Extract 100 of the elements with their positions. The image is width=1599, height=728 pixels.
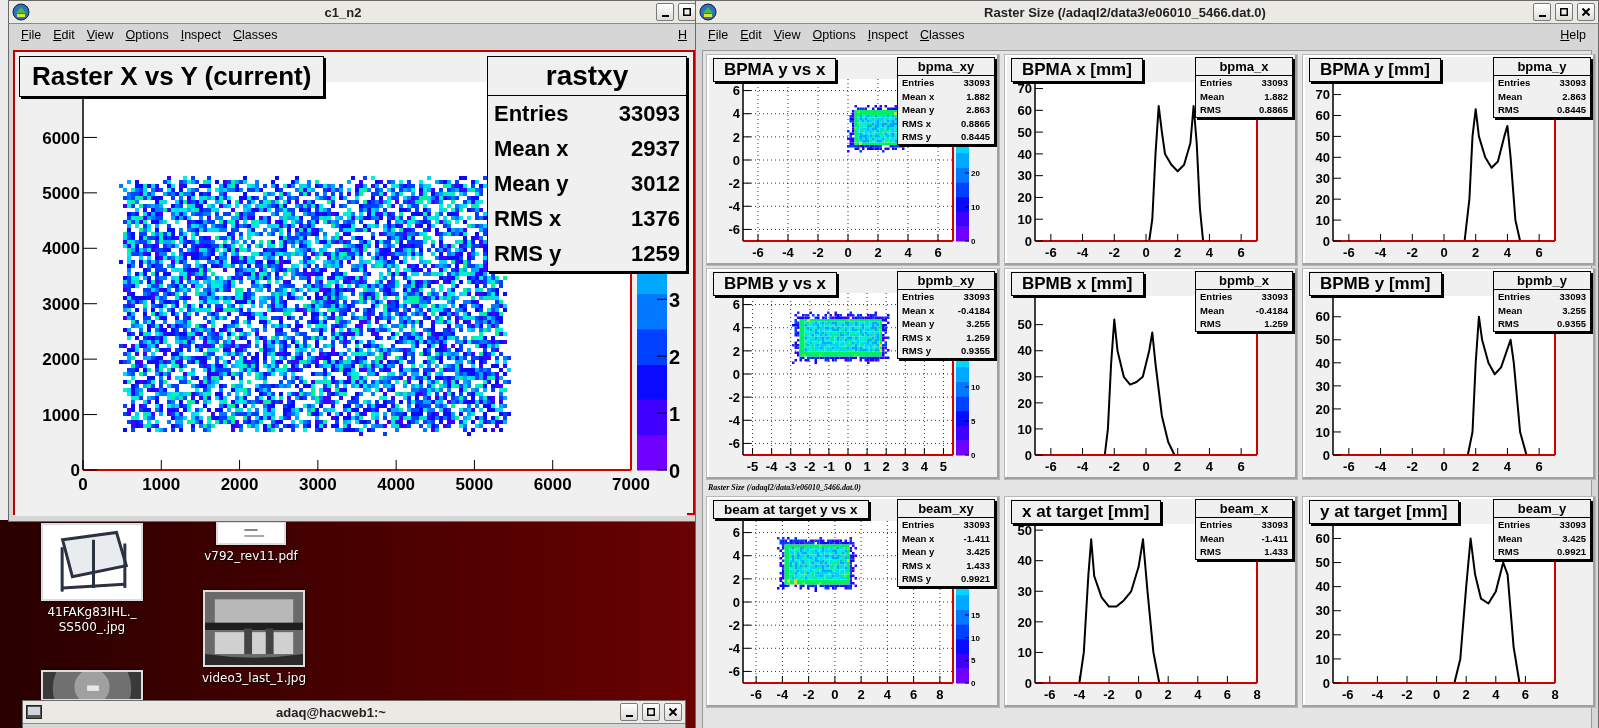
icon-label[interactable]: v792_rev11.pdf <box>204 549 298 564</box>
stats-label: Entries <box>1200 518 1233 532</box>
stats-title: bpmb_xy <box>898 272 994 290</box>
maximize-button[interactable] <box>1555 3 1573 21</box>
axis-tick-label: 8 <box>1551 687 1559 702</box>
stats-title: bpmb_x <box>1196 272 1292 290</box>
axis-tick-label: -4 <box>1371 687 1384 702</box>
menu-item[interactable]: Help <box>1554 28 1592 42</box>
axis-tick-label: 0 <box>844 245 852 260</box>
axis-tick-label: 2 <box>1462 687 1470 702</box>
menu-item[interactable]: Options <box>806 28 862 42</box>
axis-tick-label: -6 <box>1343 459 1355 474</box>
stats-value: 33093 <box>618 100 680 128</box>
color-scale-label: 10 <box>971 382 980 392</box>
stats-title: bpmb_y <box>1494 272 1590 290</box>
axis-tick-label: 7000 <box>612 475 650 494</box>
axis-tick-label: 4 <box>1194 687 1202 702</box>
stats-value: 0.9921 <box>960 572 990 586</box>
menu-item[interactable]: Classes <box>227 28 284 42</box>
menu-item[interactable]: File <box>15 28 48 42</box>
axis-tick-label: 40 <box>1017 146 1032 162</box>
stats-label: Entries <box>1498 290 1531 304</box>
stats-label: RMS x <box>494 205 562 233</box>
axis-tick-label: 60 <box>1315 309 1330 325</box>
minimize-button[interactable] <box>1533 3 1551 21</box>
stats-value: 33093 <box>1559 290 1586 304</box>
menu-item[interactable]: Inspect <box>861 28 914 42</box>
stats-value: 1.259 <box>966 330 990 344</box>
axis-tick-label: 2 <box>1472 459 1480 474</box>
icon-label[interactable]: 41FAKg83IHL._ SS500_.jpg <box>47 605 137 635</box>
axis-tick-label: 4 <box>883 687 891 702</box>
stats-value: 33093 <box>963 76 990 90</box>
axis-tick-label: 70 <box>1315 87 1330 103</box>
menu-item[interactable]: Options <box>119 28 175 42</box>
axis-tick-label: 50 <box>1017 317 1032 333</box>
axis-tick-label: -6 <box>1343 245 1355 260</box>
axis-tick-label: 2 <box>732 571 740 587</box>
axis-tick-label: 30 <box>1315 378 1330 394</box>
plot-title: BPMB x [mm] <box>1011 272 1144 296</box>
stats-label: Mean y <box>902 103 935 117</box>
stats-label: Mean y <box>494 170 569 198</box>
axis-tick-label: 10 <box>1017 645 1032 661</box>
axis-tick-label: -2 <box>1108 459 1121 474</box>
stats-label: Mean <box>1498 303 1523 317</box>
axis-tick-label: 0 <box>732 366 740 382</box>
menu-item[interactable]: Edit <box>47 28 81 42</box>
axis-tick-label: -4 <box>1076 245 1089 260</box>
stats-label: Mean <box>1200 531 1225 545</box>
axis-tick-label: 6 <box>1237 245 1245 260</box>
close-button[interactable] <box>1577 3 1595 21</box>
axis-tick-label: 40 <box>1315 355 1330 371</box>
stats-value: -0.4184 <box>1255 303 1288 317</box>
menu-item[interactable]: Inspect <box>174 28 227 42</box>
minimize-icon <box>625 715 633 717</box>
axis-tick-label: 1 <box>863 459 871 474</box>
axis-tick-label: -6 <box>750 687 762 702</box>
stats-value: -0.4184 <box>957 303 990 317</box>
axis-tick-label: 40 <box>1017 553 1032 569</box>
axis-tick-label: 50 <box>1315 332 1330 348</box>
plot-title: BPMB y [mm] <box>1309 272 1442 296</box>
stats-label: Mean x <box>902 89 935 103</box>
maximize-button[interactable] <box>642 703 660 721</box>
plot-title: BPMA y [mm] <box>1309 58 1441 82</box>
axis-tick-label: 60 <box>1315 108 1330 124</box>
axis-tick-label: -2 <box>1406 459 1419 474</box>
stats-label: Entries <box>902 290 935 304</box>
axis-tick-label: 20 <box>1017 190 1032 206</box>
stats-label: RMS <box>1200 103 1222 117</box>
maximize-button[interactable] <box>678 3 696 21</box>
axis-tick-label: 4 <box>732 320 740 336</box>
axis-tick-label: 10 <box>1017 211 1032 227</box>
close-button[interactable] <box>664 703 682 721</box>
minimize-button[interactable] <box>620 703 638 721</box>
axis-tick-label: 20 <box>1315 627 1330 643</box>
stats-value: 0.9355 <box>960 344 990 358</box>
menu-item[interactable]: H <box>671 28 693 42</box>
minimize-button[interactable] <box>656 3 674 21</box>
stats-value: 1376 <box>631 205 680 233</box>
axis-tick-label: -6 <box>728 436 740 452</box>
menu-item[interactable]: View <box>80 28 120 42</box>
axis-tick-label: -4 <box>728 412 740 428</box>
axis-tick-label: 6000 <box>533 475 572 494</box>
icon-label[interactable]: video3_last_1.jpg <box>201 671 307 686</box>
menu-item[interactable]: File <box>702 28 735 42</box>
stats-label: RMS <box>1498 103 1520 117</box>
axis-tick-label: 20 <box>1315 191 1330 207</box>
axis-tick-label: 2 <box>882 459 890 474</box>
axis-tick-label: -3 <box>784 459 797 474</box>
menu-item[interactable]: View <box>767 28 807 42</box>
axis-tick-label: -4 <box>765 459 778 474</box>
maximize-icon <box>647 708 655 716</box>
axis-tick-label: 40 <box>1315 150 1330 165</box>
stats-value: 33093 <box>1559 76 1586 90</box>
axis-tick-label: 20 <box>1315 401 1330 417</box>
stats-label: Mean <box>1200 89 1225 103</box>
axis-tick-label: -6 <box>1342 687 1354 702</box>
stats-value: 33093 <box>1559 518 1586 532</box>
menu-item[interactable]: Edit <box>734 28 768 42</box>
menu-item[interactable]: Classes <box>914 28 971 42</box>
axis-tick-label: 4000 <box>377 475 416 494</box>
